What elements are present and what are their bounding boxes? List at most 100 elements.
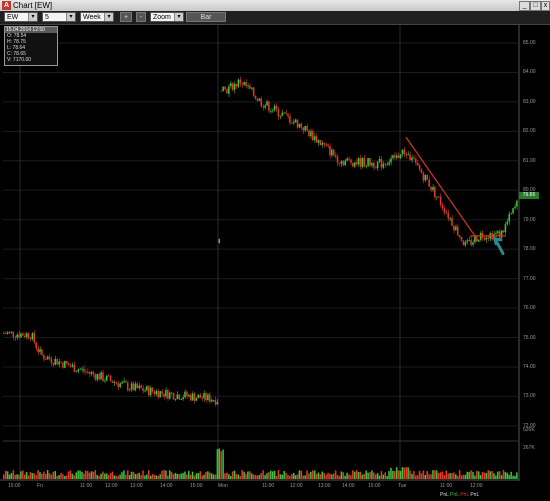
volume-bar: [39, 472, 41, 479]
price-tick-label: 73.00: [523, 393, 536, 400]
volume-bar: [268, 472, 270, 479]
candle-body: [123, 381, 125, 383]
candle-body: [271, 110, 274, 112]
volume-bar: [167, 475, 169, 479]
candle-body: [422, 173, 425, 181]
volume-bar: [361, 474, 364, 479]
volume-bar: [497, 471, 499, 479]
candle-body: [329, 146, 331, 156]
candle-body: [506, 221, 509, 225]
volume-bar: [4, 470, 7, 479]
volume-bar: [458, 470, 461, 479]
volume-bar: [182, 472, 184, 479]
candle-body: [275, 105, 278, 109]
candle-body: [33, 333, 36, 343]
volume-bar: [104, 473, 106, 479]
volume-bar: [96, 474, 98, 479]
volume-bar: [106, 473, 108, 479]
volume-bar: [10, 473, 13, 479]
candle-body: [229, 83, 232, 87]
candle-body: [146, 386, 148, 391]
volume-bar: [374, 474, 377, 479]
candle-body: [151, 387, 154, 392]
candle-body: [342, 161, 345, 166]
candle-body: [27, 333, 30, 339]
candle-body: [85, 371, 87, 373]
maximize-button[interactable]: □: [530, 1, 541, 11]
candle-body: [209, 394, 211, 402]
candle-body: [121, 382, 123, 384]
volume-bar: [239, 475, 242, 479]
volume-bar: [378, 475, 381, 479]
chart-area[interactable]: [0, 25, 550, 501]
volume-bar: [142, 470, 144, 479]
candle-body: [443, 208, 446, 213]
candle-body: [239, 79, 242, 84]
time-tick-label: 14:00: [342, 483, 355, 489]
candle-body: [35, 342, 37, 349]
volume-bar: [498, 471, 501, 479]
volume-bar: [332, 473, 335, 479]
chart-toolbar: EW ▾ 5 minutes ▾ Week ▾ + - Zoom ▾ Bar: [0, 11, 550, 31]
status-pnl-3: PnL: [460, 492, 469, 498]
close-button[interactable]: x: [541, 1, 550, 11]
candle-body: [58, 361, 60, 365]
candle-body: [453, 225, 455, 231]
volume-bar: [121, 472, 123, 479]
volume-bar: [54, 471, 57, 479]
interval-select[interactable]: 5 minutes ▾: [42, 12, 76, 31]
candle-body: [39, 349, 41, 353]
candle-body: [289, 116, 291, 123]
candle-body: [157, 390, 160, 398]
zoom-select[interactable]: Zoom ▾: [150, 12, 184, 22]
status-pnl-1: PnL: [440, 492, 449, 498]
candle-body: [266, 101, 268, 106]
range-select[interactable]: Week ▾: [80, 12, 114, 22]
volume-bar: [323, 472, 325, 479]
zoom-out-button[interactable]: -: [136, 12, 146, 22]
candle-body: [205, 392, 207, 401]
volume-bar: [331, 474, 333, 479]
candle-body: [458, 235, 461, 238]
volume-bar: [90, 471, 93, 479]
volume-bar: [474, 475, 476, 479]
volume-bar: [491, 471, 493, 479]
volume-bar: [353, 471, 356, 479]
volume-bar: [222, 449, 224, 479]
candle-body: [302, 127, 304, 131]
candle-body: [386, 164, 388, 166]
volume-bar: [264, 475, 266, 479]
candle-body: [361, 158, 364, 167]
volume-bar: [476, 470, 478, 479]
volume-bar: [413, 471, 415, 479]
volume-bar: [428, 474, 430, 479]
symbol-select[interactable]: EW ▾: [4, 12, 38, 22]
volume-bar: [516, 472, 518, 479]
candle-body: [168, 392, 171, 399]
candle-body: [252, 87, 255, 96]
candle-body: [367, 158, 369, 166]
volume-bar: [399, 470, 402, 479]
candle-body: [119, 383, 121, 387]
bar-type-button[interactable]: Bar: [186, 12, 226, 22]
volume-bar: [92, 471, 95, 479]
volume-bar: [65, 475, 68, 479]
volume-bar: [155, 475, 158, 479]
candle-body: [201, 397, 203, 399]
volume-bar: [165, 470, 167, 479]
candle-body: [140, 385, 142, 389]
time-tick-label: 13:00: [130, 483, 143, 489]
candle-body: [12, 331, 15, 337]
zoom-in-button[interactable]: +: [120, 12, 132, 22]
volume-bar: [397, 470, 400, 479]
volume-bar: [424, 475, 427, 479]
volume-bar: [100, 473, 102, 479]
price-tick-label: 81.00: [523, 157, 536, 164]
candle-body: [167, 389, 169, 399]
volume-bar: [233, 470, 236, 479]
minimize-button[interactable]: _: [519, 1, 530, 11]
candle-body: [415, 158, 417, 163]
candle-body: [359, 157, 362, 167]
candle-body: [325, 144, 327, 146]
volume-bar: [3, 474, 5, 479]
